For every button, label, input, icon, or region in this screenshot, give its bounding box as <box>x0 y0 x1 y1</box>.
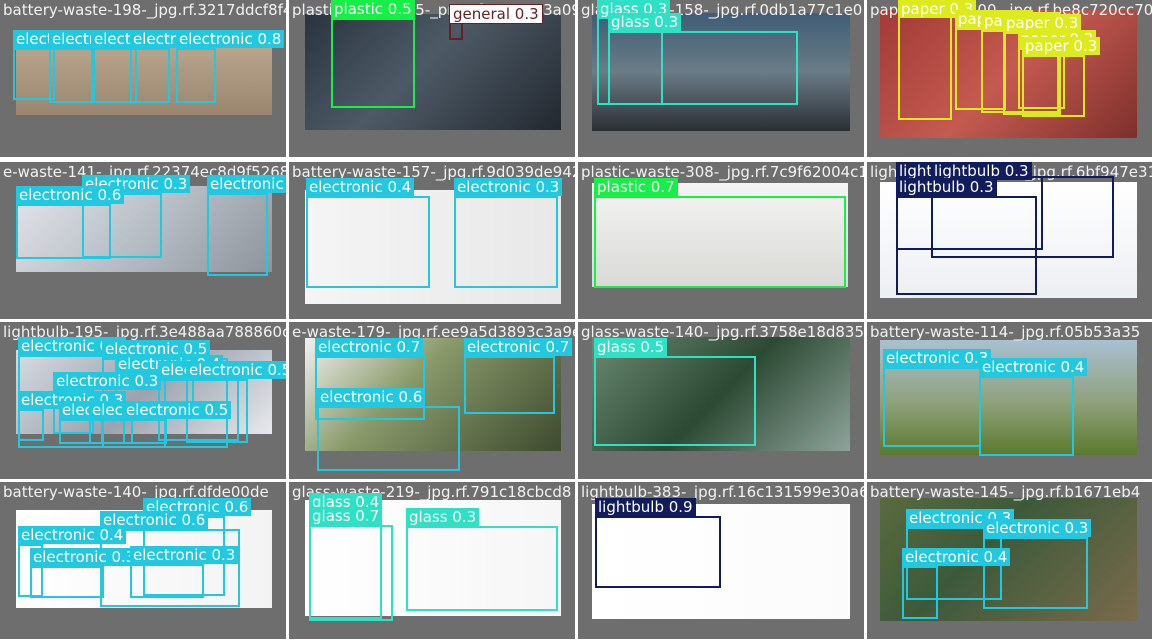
bounding-box <box>595 516 721 588</box>
detection-label: electronic 0.5 <box>186 361 286 379</box>
detection-label: glass 0.3 <box>406 508 480 526</box>
bounding-box <box>49 48 95 103</box>
detection-label: glass 0.3 <box>608 13 682 31</box>
detection-label: paper 0.3 <box>1022 37 1101 55</box>
detection-label: glass 0.5 <box>594 338 668 356</box>
detection-label: electronic 0.8 <box>176 30 285 48</box>
result-tile[interactable]: e-waste-179-_jpg.rf.ee9a5d3893c3a9e elect… <box>289 322 575 479</box>
detection-label: electronic 0.3 <box>53 372 162 390</box>
detection-label: lightbulb 0.3 <box>896 178 997 196</box>
detection-label: electronic 0.4 <box>902 548 1011 566</box>
detection-label: electronic 0.3 <box>983 519 1092 537</box>
detection-label: electronic 0.6 <box>16 186 125 204</box>
detection-label: lightbulb 0.9 <box>595 498 696 516</box>
result-tile[interactable]: lightbulb-waste-114-_jpg.rf.6bf947e31699… <box>867 162 1152 319</box>
bounding-box <box>979 376 1074 456</box>
bounding-box <box>130 564 204 598</box>
result-tile[interactable]: battery-waste-198-_jpg.rf.3217ddcf8f4f6e… <box>0 0 286 157</box>
bounding-box <box>898 8 952 120</box>
result-tile[interactable]: battery-waste-114-_jpg.rf.05b53a35electr… <box>867 322 1152 479</box>
bounding-box <box>896 196 1037 295</box>
image-filename: battery-waste-198-_jpg.rf.3217ddcf8f4f6 <box>3 1 286 19</box>
detection-label: electronic 0.4 <box>979 358 1088 376</box>
detection-label: electronic 0.3 <box>30 548 139 566</box>
bounding-box <box>317 406 460 471</box>
detection-label: electronic 0.5 <box>123 401 232 419</box>
bounding-box <box>464 356 555 414</box>
bounding-box <box>331 18 415 108</box>
bounding-box <box>883 367 981 447</box>
detection-label: plastic 0.7 <box>594 178 678 196</box>
result-tile[interactable]: glass-waste-219-_jpg.rf.791c18cbcd8 glass… <box>289 482 575 639</box>
image-filename: battery-waste-145-_jpg.rf.b1671eb4 <box>870 483 1141 501</box>
bounding-box <box>16 204 111 259</box>
detection-label: electronic 0.6 <box>317 388 426 406</box>
detection-label: electronic 0.7 <box>315 338 424 356</box>
bounding-box <box>1022 55 1085 117</box>
bounding-box <box>594 356 756 446</box>
bounding-box <box>608 31 798 105</box>
bounding-box <box>406 526 558 611</box>
result-tile[interactable]: glass-waste-158-_jpg.rf.0db1a77c1e0 glass… <box>578 0 864 157</box>
detection-label: electronic 0.4 <box>306 178 415 196</box>
result-tile[interactable]: lightbulb-195-_jpg.rf.3e488aa788860c2f el… <box>0 322 286 479</box>
bounding-box <box>123 419 167 444</box>
result-tile[interactable]: plastic-waste-165-_png.rf.08e4243a09 plas… <box>289 0 575 157</box>
bounding-box <box>309 525 393 621</box>
result-tile[interactable]: paper-waste-100-_jpg.rf.be8c720cc700pape… <box>867 0 1152 157</box>
detection-label: general 0.3 <box>449 4 543 24</box>
image-filename: battery-waste-114-_jpg.rf.05b53a35 <box>870 323 1141 341</box>
bounding-box <box>449 22 463 40</box>
result-tile[interactable]: battery-waste-140-_jpg.rf.dfde00de electr… <box>0 482 286 639</box>
bounding-box <box>306 196 430 288</box>
bounding-box <box>902 566 938 619</box>
detection-label: glass 0.7 <box>309 507 383 525</box>
bounding-box <box>207 193 268 276</box>
bounding-box <box>454 196 558 288</box>
detection-label: electronic 0.3 <box>883 349 992 367</box>
result-tile[interactable]: e-waste-141-_jpg.rf.22374ec8d9f52687f1 el… <box>0 162 286 319</box>
result-tile[interactable]: battery-waste-157-_jpg.rf.9d039de9423c9e… <box>289 162 575 319</box>
result-tile[interactable]: lightbulb-383-_jpg.rf.16c131599e30a62 lig… <box>578 482 864 639</box>
result-tile[interactable]: battery-waste-145-_jpg.rf.b1671eb4electr… <box>867 482 1152 639</box>
detection-label: electronic 0.3 <box>454 178 563 196</box>
result-tile[interactable]: plastic-waste-308-_jpg.rf.7c9f62004c1ed8… <box>578 162 864 319</box>
detection-label: electronic 0.3 <box>130 546 239 564</box>
bounding-box <box>18 409 44 441</box>
bounding-box <box>30 566 104 598</box>
bounding-box <box>130 48 170 103</box>
detection-label: electronic 0.7 <box>464 338 573 356</box>
detection-label: electronic 0.3 <box>207 175 286 193</box>
detection-label: plastic 0.5 <box>331 0 415 18</box>
result-tile[interactable]: glass-waste-140-_jpg.rf.3758e18d8350f6 gl… <box>578 322 864 479</box>
bounding-box <box>176 48 216 103</box>
bounding-box <box>594 196 846 288</box>
detection-label: electronic 0.4 <box>18 526 127 544</box>
detection-grid: battery-waste-198-_jpg.rf.3217ddcf8f4f6e… <box>0 0 1152 640</box>
